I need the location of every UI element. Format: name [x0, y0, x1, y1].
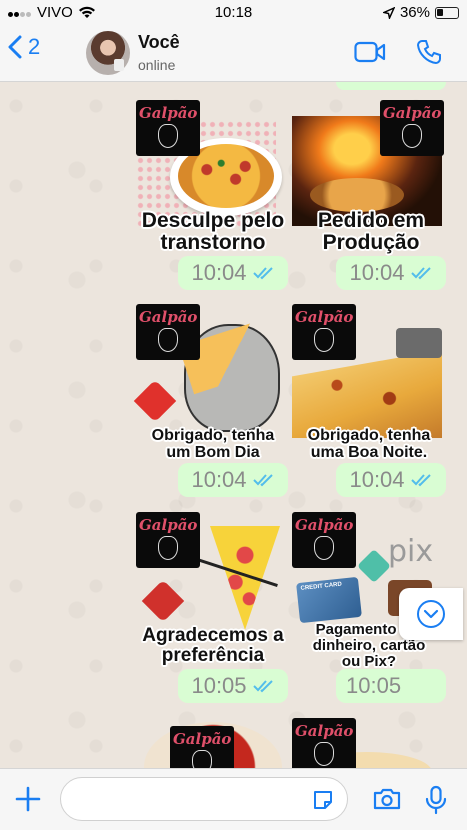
chat-header: 2 Você online: [0, 26, 467, 82]
read-ticks-icon: [252, 267, 273, 280]
message-time: 10:04: [191, 467, 247, 492]
cheese-pizza-image: [292, 350, 442, 438]
battery-percent: 36%: [399, 4, 430, 21]
status-bar: VIVO 10:18 36%: [0, 0, 467, 26]
galpao-logo: Galpão: [292, 718, 356, 768]
contact-info[interactable]: Você online: [138, 32, 180, 73]
sticker-caption: Obrigado, tenha uma Boa Noite.: [307, 427, 431, 461]
back-button[interactable]: 2: [8, 34, 40, 60]
camera-icon[interactable]: [372, 787, 402, 811]
galpao-logo: Galpão: [136, 512, 200, 568]
previous-message-bubble: [336, 82, 446, 90]
chat-messages[interactable]: Galpão Desculpe pelo transtorno 10:04 Ga…: [0, 82, 467, 768]
chevron-down-icon: [417, 600, 445, 628]
contact-name: Você: [138, 32, 180, 52]
message-time-badge: 10:04: [336, 256, 446, 290]
phone-call-icon[interactable]: [416, 39, 442, 65]
unread-count: 2: [28, 34, 41, 59]
galpao-logo: Galpão: [292, 304, 356, 360]
pizza-heart-image: [210, 526, 280, 630]
message-time-badge: 10:05: [336, 669, 446, 703]
galpao-logo: Galpão: [292, 512, 356, 568]
location-icon: [382, 6, 395, 19]
pix-icon: [357, 549, 391, 583]
contact-status: online: [138, 57, 176, 73]
chevron-left-icon: [8, 35, 22, 59]
message-time: 10:05: [346, 673, 402, 698]
sticker-icon[interactable]: [312, 789, 334, 811]
galpao-logo: Galpão: [380, 100, 444, 156]
galpao-logo: Galpão: [136, 304, 200, 360]
message-time-badge: 10:04: [336, 463, 446, 497]
message-time: 10:04: [349, 260, 405, 285]
message-time: 10:05: [191, 673, 247, 698]
sticker-caption: Pedido em Produção: [317, 209, 425, 255]
galpao-logo: Galpão: [136, 100, 200, 156]
galpao-logo: Galpão: [170, 726, 234, 768]
heart-icon: [133, 379, 177, 423]
read-ticks-icon: [252, 474, 273, 487]
scroll-to-bottom-button[interactable]: [399, 588, 463, 640]
avatar[interactable]: [86, 31, 130, 75]
microphone-icon[interactable]: [424, 785, 448, 815]
sticker-caption: Desculpe pelo transtorno: [141, 209, 285, 255]
sticker-caption: Agradecemos a preferência: [142, 625, 284, 666]
credit-card-icon: CREDIT CARD: [296, 576, 362, 624]
battery-icon: [435, 6, 459, 19]
sticker-message[interactable]: Galpão: [292, 718, 442, 768]
message-time-badge: 10:05: [178, 669, 288, 703]
read-ticks-icon: [410, 267, 431, 280]
message-time: 10:04: [191, 260, 247, 285]
message-time-badge: 10:04: [178, 463, 288, 497]
read-ticks-icon: [252, 680, 273, 693]
video-call-icon[interactable]: [354, 40, 386, 64]
heart-icon: [141, 579, 185, 623]
message-time: 10:04: [349, 467, 405, 492]
status-right: 36%: [382, 4, 459, 21]
message-time-badge: 10:04: [178, 256, 288, 290]
pix-label: pix: [388, 534, 434, 569]
message-composer: [0, 768, 467, 830]
plus-icon[interactable]: [14, 785, 42, 813]
read-ticks-icon: [410, 474, 431, 487]
sticker-caption: Obrigado, tenha um Bom Dia: [151, 427, 275, 461]
message-input[interactable]: [60, 777, 348, 821]
sticker-message[interactable]: Galpão: [136, 718, 286, 768]
